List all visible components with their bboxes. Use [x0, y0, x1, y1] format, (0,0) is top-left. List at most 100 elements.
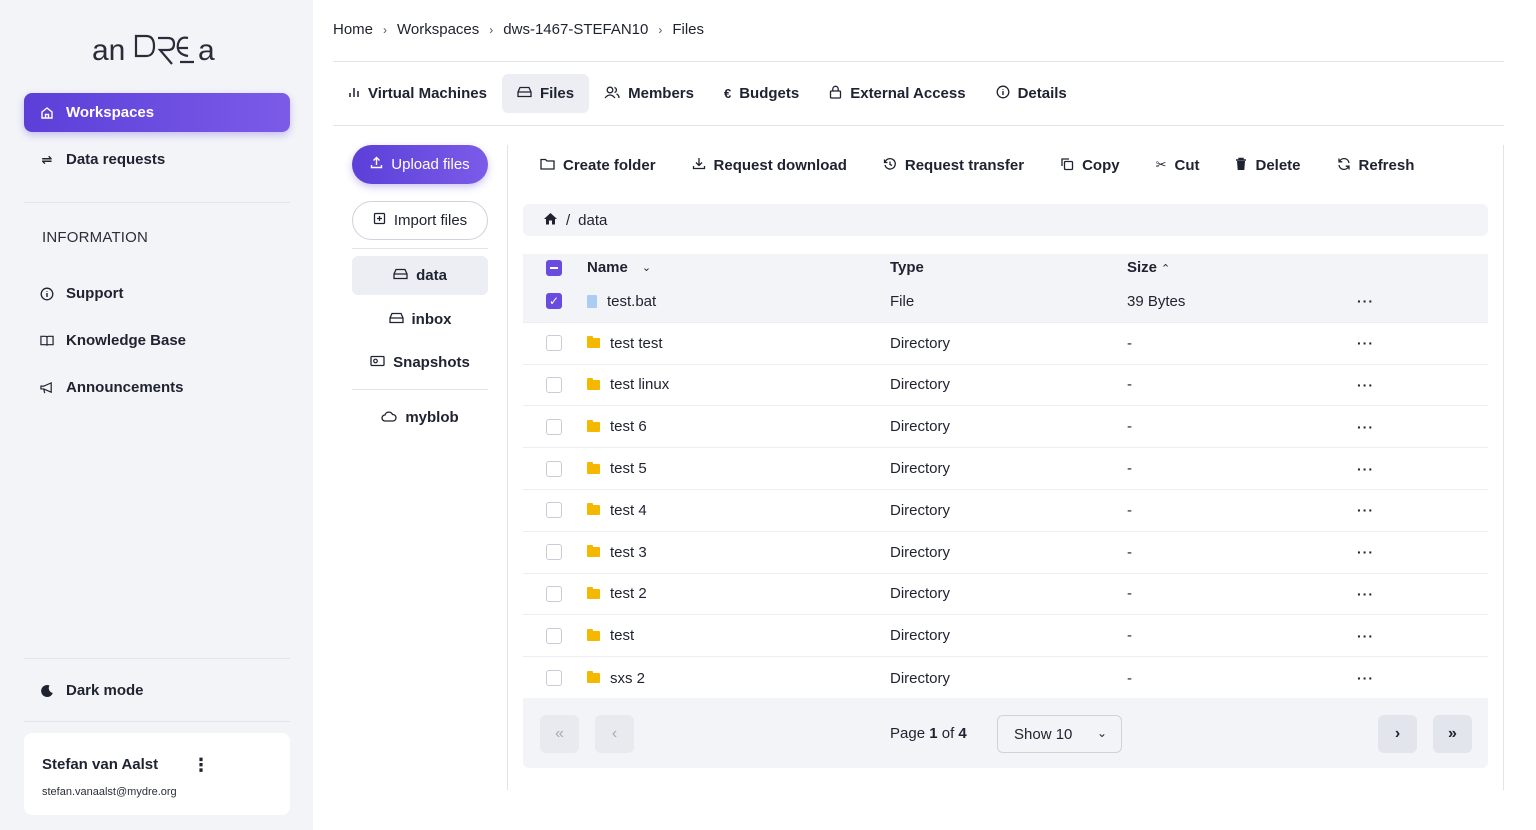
- row-size: -: [1127, 627, 1132, 645]
- create-folder-button[interactable]: Create folder: [540, 157, 656, 174]
- breadcrumb-home[interactable]: Home: [333, 21, 373, 38]
- row-more-icon[interactable]: ···: [1357, 670, 1457, 686]
- tab-details[interactable]: Details: [981, 74, 1082, 113]
- table-row[interactable]: test 5 Directory - ···: [523, 448, 1488, 490]
- delete-button[interactable]: Delete: [1235, 157, 1301, 174]
- row-name[interactable]: test 2: [610, 585, 647, 602]
- nav-label: Announcements: [66, 379, 184, 396]
- select-all-checkbox[interactable]: [546, 259, 562, 276]
- storage-inbox[interactable]: inbox: [352, 300, 488, 339]
- row-checkbox[interactable]: [546, 502, 562, 519]
- storage-data[interactable]: data: [352, 256, 488, 295]
- row-checkbox[interactable]: [546, 418, 562, 435]
- scissors-icon: ✂: [1155, 157, 1167, 172]
- table-row[interactable]: test Directory - ···: [523, 615, 1488, 658]
- row-type: Directory: [890, 460, 951, 478]
- tab-external-access[interactable]: External Access: [814, 74, 980, 113]
- row-name[interactable]: test test: [610, 335, 663, 352]
- last-page-button[interactable]: »: [1433, 715, 1472, 753]
- table-row[interactable]: sxs 2 Directory - ···: [523, 657, 1488, 699]
- row-size: -: [1127, 501, 1132, 519]
- row-more-icon[interactable]: ···: [1357, 502, 1457, 518]
- row-size: -: [1127, 376, 1132, 394]
- first-page-button[interactable]: «: [540, 715, 579, 753]
- row-name[interactable]: test linux: [610, 376, 669, 393]
- table-row[interactable]: test linux Directory - ···: [523, 365, 1488, 407]
- row-checkbox[interactable]: [546, 544, 562, 561]
- table-row[interactable]: test 3 Directory - ···: [523, 532, 1488, 574]
- row-more-icon[interactable]: ···: [1357, 461, 1457, 477]
- storage-snapshots[interactable]: Snapshots: [352, 343, 488, 382]
- row-name[interactable]: sxs 2: [610, 670, 645, 687]
- upload-files-button[interactable]: Upload files: [352, 145, 488, 184]
- row-name[interactable]: test.bat: [607, 293, 656, 310]
- refresh-button[interactable]: Refresh: [1337, 157, 1414, 174]
- row-name[interactable]: test 6: [610, 418, 647, 435]
- nav-data-requests[interactable]: ⇌ Data requests: [24, 140, 290, 179]
- row-checkbox[interactable]: ✓: [546, 293, 562, 310]
- folder-icon: [587, 671, 600, 684]
- row-name[interactable]: test: [610, 627, 634, 644]
- table-row[interactable]: test 2 Directory - ···: [523, 574, 1488, 616]
- info-circle-icon: [996, 85, 1010, 102]
- tab-members[interactable]: Members: [589, 74, 709, 113]
- row-size: 39 Bytes: [1127, 292, 1186, 310]
- user-menu-kebab-icon[interactable]: ⋮: [192, 755, 210, 776]
- folder-icon: [587, 503, 600, 516]
- table-row[interactable]: test 4 Directory - ···: [523, 490, 1488, 532]
- row-more-icon[interactable]: ···: [1357, 419, 1457, 435]
- breadcrumb-workspaces[interactable]: Workspaces: [397, 21, 479, 38]
- divider: [24, 721, 290, 722]
- column-name-header[interactable]: Name ⌄: [587, 259, 890, 276]
- row-checkbox[interactable]: [546, 335, 562, 352]
- divider: [333, 125, 1504, 126]
- file-icon: [587, 294, 597, 308]
- table-row[interactable]: test test Directory - ···: [523, 323, 1488, 365]
- previous-page-button[interactable]: ‹: [595, 715, 634, 753]
- lock-icon: [829, 85, 842, 102]
- dark-mode-toggle[interactable]: Dark mode: [24, 671, 290, 710]
- storage-myblob[interactable]: myblob: [352, 398, 488, 437]
- row-more-icon[interactable]: ···: [1357, 335, 1457, 351]
- row-more-icon[interactable]: ···: [1357, 628, 1457, 644]
- request-transfer-button[interactable]: Request transfer: [883, 157, 1024, 174]
- copy-button[interactable]: Copy: [1060, 157, 1120, 174]
- row-checkbox[interactable]: [546, 670, 562, 687]
- history-icon: [883, 157, 897, 174]
- tab-budgets[interactable]: € Budgets: [709, 74, 814, 113]
- tab-label: Members: [628, 85, 694, 102]
- nav-workspaces[interactable]: Workspaces: [24, 93, 290, 132]
- row-checkbox[interactable]: [546, 585, 562, 602]
- table-row[interactable]: test 6 Directory - ···: [523, 406, 1488, 449]
- row-more-icon[interactable]: ···: [1357, 377, 1457, 393]
- tab-virtual-machines[interactable]: Virtual Machines: [333, 74, 502, 113]
- table-row[interactable]: ✓ test.bat File 39 Bytes ···: [523, 281, 1488, 323]
- column-type-header[interactable]: Type: [890, 259, 1127, 276]
- request-download-button[interactable]: Request download: [692, 157, 847, 174]
- import-files-button[interactable]: Import files: [352, 201, 488, 240]
- page-size-select[interactable]: Show 10 ⌄: [997, 715, 1122, 753]
- cut-button[interactable]: ✂ Cut: [1156, 157, 1200, 174]
- nav-support[interactable]: Support: [24, 274, 290, 313]
- row-more-icon[interactable]: ···: [1357, 586, 1457, 602]
- column-size-header[interactable]: Size ⌃: [1127, 259, 1357, 276]
- row-checkbox[interactable]: [546, 460, 562, 477]
- row-name[interactable]: test 3: [610, 544, 647, 561]
- moon-icon: [40, 684, 54, 698]
- row-checkbox[interactable]: [546, 376, 562, 393]
- breadcrumb-workspace[interactable]: dws-1467-STEFAN10: [503, 21, 648, 38]
- breadcrumb-files: Files: [672, 21, 705, 38]
- andrea-logo[interactable]: an a: [92, 28, 222, 72]
- row-more-icon[interactable]: ···: [1357, 293, 1457, 309]
- home-icon[interactable]: [543, 212, 558, 229]
- row-checkbox[interactable]: [546, 627, 562, 644]
- row-name[interactable]: test 5: [610, 460, 647, 477]
- next-page-button[interactable]: ›: [1378, 715, 1417, 753]
- nav-announcements[interactable]: Announcements: [24, 368, 290, 407]
- section-label-information: INFORMATION: [42, 229, 149, 246]
- nav-knowledge-base[interactable]: Knowledge Base: [24, 321, 290, 360]
- row-name[interactable]: test 4: [610, 502, 647, 519]
- row-more-icon[interactable]: ···: [1357, 544, 1457, 560]
- chevron-right-icon: ›: [1394, 725, 1401, 742]
- tab-files[interactable]: Files: [501, 74, 590, 113]
